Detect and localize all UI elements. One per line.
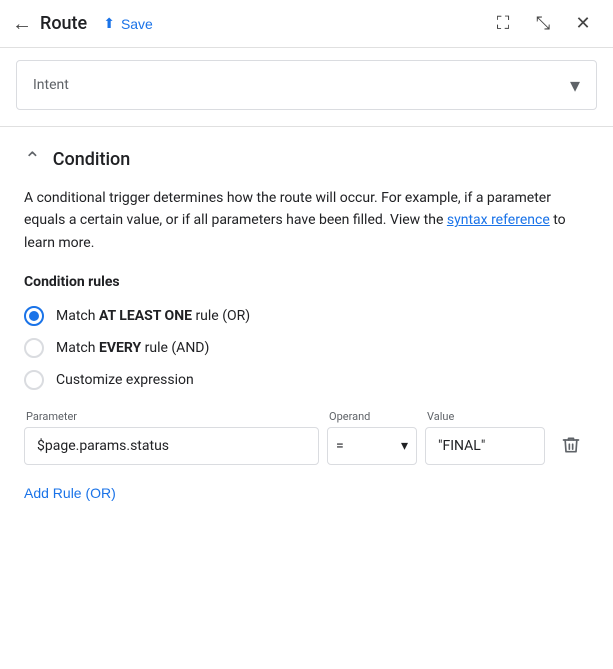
close-icon[interactable]: ✕ <box>565 6 601 42</box>
fullscreen-icon[interactable]: ⛶ <box>485 6 521 42</box>
save-button[interactable]: ⬆ Save <box>95 9 161 38</box>
value-field-group: Value "FINAL" <box>425 410 545 465</box>
parameter-field-group: Parameter $page.params.status <box>24 410 319 465</box>
operand-select[interactable]: = ▾ <box>327 427 417 465</box>
save-upload-icon: ⬆ <box>103 15 115 32</box>
radio-option-and[interactable]: Match EVERY rule (AND) <box>24 338 589 358</box>
radio-circle-custom <box>24 370 44 390</box>
save-label: Save <box>121 16 153 32</box>
delete-rule-button[interactable] <box>553 425 589 465</box>
radio-label-or: Match AT LEAST ONE rule (OR) <box>56 308 250 324</box>
operand-dropdown-arrow-icon: ▾ <box>401 438 408 454</box>
radio-label-and: Match EVERY rule (AND) <box>56 340 209 356</box>
dropdown-arrow-icon: ▾ <box>570 73 580 97</box>
operand-value: = <box>336 438 344 454</box>
operand-label: Operand <box>327 410 417 423</box>
condition-section: ⌃ Condition A conditional trigger determ… <box>0 127 613 525</box>
radio-option-custom[interactable]: Customize expression <box>24 370 589 390</box>
radio-circle-and <box>24 338 44 358</box>
add-rule-button[interactable]: Add Rule (OR) <box>24 481 116 505</box>
header: ← Route ⬆ Save ⛶ ⤡ ✕ <box>0 0 613 48</box>
parameter-input[interactable]: $page.params.status <box>24 427 319 465</box>
parameter-label: Parameter <box>24 410 319 423</box>
compress-icon[interactable]: ⤡ <box>525 6 561 42</box>
intent-label: Intent <box>33 77 69 93</box>
operand-field-group: Operand = ▾ <box>327 410 417 465</box>
collapse-icon[interactable]: ⌃ <box>24 147 41 171</box>
section-title: Condition <box>53 149 131 170</box>
radio-option-or[interactable]: Match AT LEAST ONE rule (OR) <box>24 306 589 326</box>
header-right: ⛶ ⤡ ✕ <box>485 6 601 42</box>
value-input[interactable]: "FINAL" <box>425 427 545 465</box>
radio-label-custom: Customize expression <box>56 372 194 388</box>
intent-section: Intent ▾ <box>0 48 613 127</box>
radio-group: Match AT LEAST ONE rule (OR) Match EVERY… <box>24 306 589 390</box>
page-title: Route <box>40 13 87 34</box>
rule-row: Parameter $page.params.status Operand = … <box>24 410 589 465</box>
condition-description: A conditional trigger determines how the… <box>24 187 589 254</box>
syntax-reference-link[interactable]: syntax reference <box>447 212 550 228</box>
section-header: ⌃ Condition <box>24 147 589 171</box>
radio-circle-or <box>24 306 44 326</box>
trash-icon <box>561 435 581 455</box>
back-icon[interactable]: ← <box>12 11 32 36</box>
header-left: ← Route ⬆ Save <box>12 9 477 38</box>
intent-dropdown[interactable]: Intent ▾ <box>16 60 597 110</box>
value-label: Value <box>425 410 545 423</box>
condition-rules-label: Condition rules <box>24 274 589 290</box>
